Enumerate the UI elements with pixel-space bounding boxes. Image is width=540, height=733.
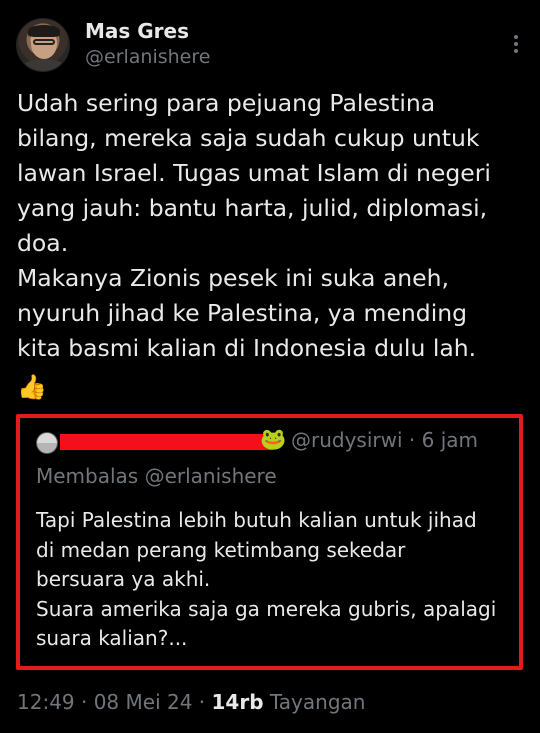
author-handle[interactable]: @erlanishere xyxy=(85,46,210,68)
tweet-text: Udah sering para pejuang Palestina bilan… xyxy=(17,89,491,362)
author-avatar[interactable] xyxy=(16,18,70,72)
redacted-name-mark xyxy=(60,434,273,450)
quoted-tweet-text: Tapi Palestina lebih butuh kalian untuk … xyxy=(36,508,497,650)
replying-to-label: Membalas @erlanishere xyxy=(36,464,277,488)
quoted-tweet-card[interactable]: 🐸 @rudysirwi · 6 jam Membalas @erlanishe… xyxy=(16,414,523,670)
tweet-footer: 12:49 · 08 Mei 24 · 14rb Tayangan xyxy=(17,690,365,714)
author-display-name[interactable]: Mas Gres xyxy=(85,19,189,43)
views-count: 14rb xyxy=(211,690,264,714)
quoted-author-avatar xyxy=(36,432,58,454)
quoted-handle-time: @rudysirwi · 6 jam xyxy=(291,428,478,452)
views-label: Tayangan xyxy=(263,690,366,714)
thumbs-up-icon: 👍 xyxy=(17,373,47,401)
tweet-header: Mas Gres @erlanishere xyxy=(16,18,526,74)
timestamp: 12:49 · 08 Mei 24 · xyxy=(17,690,212,714)
frog-icon: 🐸 xyxy=(260,427,287,451)
more-options-icon[interactable] xyxy=(506,32,526,56)
